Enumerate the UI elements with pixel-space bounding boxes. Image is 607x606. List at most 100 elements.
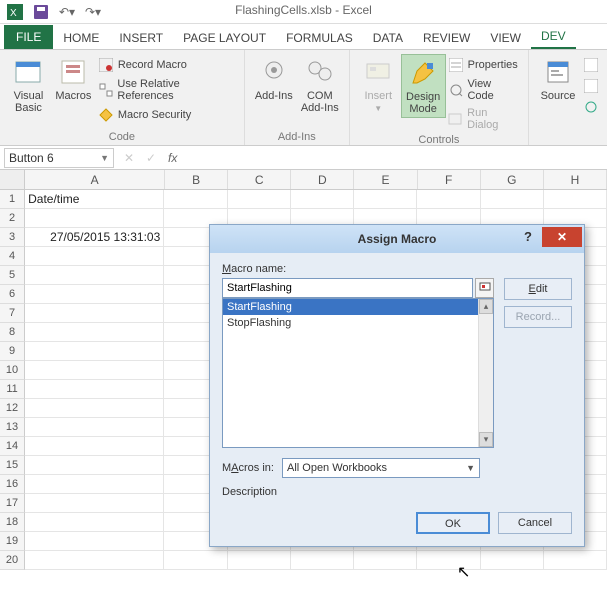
source-button[interactable]: Source [535, 54, 581, 104]
col-header-G[interactable]: G [481, 170, 544, 189]
cell-A20[interactable] [25, 551, 164, 570]
cell-H20[interactable] [544, 551, 607, 570]
row-header-18[interactable]: 18 [0, 513, 25, 532]
tab-home[interactable]: HOME [53, 27, 109, 49]
row-header-16[interactable]: 16 [0, 475, 25, 494]
run-dialog-button[interactable]: Run Dialog [446, 106, 522, 132]
cell-A18[interactable] [25, 513, 164, 532]
cell-A3[interactable]: 27/05/2015 13:31:03 [25, 228, 164, 247]
row-header-12[interactable]: 12 [0, 399, 25, 418]
name-box[interactable]: Button 6▼ [4, 148, 114, 168]
cell-D1[interactable] [291, 190, 354, 209]
redo-icon[interactable]: ↷▾ [82, 2, 104, 22]
macros-in-select[interactable]: All Open Workbooks ▼ [282, 458, 480, 478]
com-addins-button[interactable]: COM Add-Ins [297, 54, 343, 116]
insert-control-button[interactable]: Insert▼ [356, 54, 401, 116]
tab-review[interactable]: REVIEW [413, 27, 480, 49]
cell-B20[interactable] [164, 551, 227, 570]
macro-security-button[interactable]: Macro Security [96, 106, 238, 124]
cell-G20[interactable] [481, 551, 544, 570]
addins-button[interactable]: Add-Ins [251, 54, 297, 104]
use-relative-button[interactable]: Use Relative References [96, 77, 238, 103]
row-header-11[interactable]: 11 [0, 380, 25, 399]
tab-developer[interactable]: DEV [531, 25, 576, 49]
cell-A10[interactable] [25, 361, 164, 380]
row-header-17[interactable]: 17 [0, 494, 25, 513]
row-header-15[interactable]: 15 [0, 456, 25, 475]
tab-view[interactable]: VIEW [480, 27, 531, 49]
row-header-5[interactable]: 5 [0, 266, 25, 285]
dialog-close-button[interactable]: ✕ [542, 227, 582, 247]
tab-insert[interactable]: INSERT [109, 27, 173, 49]
cancel-formula-icon[interactable]: ✕ [118, 151, 140, 165]
edit-button[interactable]: Edit [504, 278, 572, 300]
row-header-9[interactable]: 9 [0, 342, 25, 361]
visual-basic-button[interactable]: Visual Basic [6, 54, 51, 116]
cell-D20[interactable] [291, 551, 354, 570]
macros-button[interactable]: Macros [51, 54, 96, 104]
cell-F1[interactable] [417, 190, 480, 209]
row-header-13[interactable]: 13 [0, 418, 25, 437]
xml-row3[interactable] [581, 98, 601, 116]
row-header-2[interactable]: 2 [0, 209, 25, 228]
design-mode-button[interactable]: Design Mode [401, 54, 446, 118]
save-icon[interactable] [30, 2, 52, 22]
col-header-F[interactable]: F [418, 170, 481, 189]
cell-A8[interactable] [25, 323, 164, 342]
tab-data[interactable]: DATA [363, 27, 413, 49]
cell-F20[interactable] [417, 551, 480, 570]
row-header-10[interactable]: 10 [0, 361, 25, 380]
cell-A2[interactable] [25, 209, 164, 228]
xml-row2[interactable] [581, 77, 601, 95]
tab-file[interactable]: FILE [4, 25, 53, 49]
cell-A11[interactable] [25, 380, 164, 399]
col-header-H[interactable]: H [544, 170, 607, 189]
cell-G1[interactable] [481, 190, 544, 209]
tab-page-layout[interactable]: PAGE LAYOUT [173, 27, 276, 49]
row-header-20[interactable]: 20 [0, 551, 25, 570]
excel-icon[interactable]: X [4, 2, 26, 22]
dialog-help-button[interactable]: ? [514, 227, 542, 247]
macro-list-scrollbar[interactable]: ▴ ▾ [478, 299, 493, 447]
row-header-8[interactable]: 8 [0, 323, 25, 342]
row-header-6[interactable]: 6 [0, 285, 25, 304]
macro-listbox[interactable]: StartFlashing StopFlashing ▴ ▾ [222, 298, 494, 448]
col-header-B[interactable]: B [165, 170, 228, 189]
macro-item-startflashing[interactable]: StartFlashing [223, 299, 493, 315]
cell-A13[interactable] [25, 418, 164, 437]
cell-A4[interactable] [25, 247, 164, 266]
cell-A19[interactable] [25, 532, 164, 551]
cell-A14[interactable] [25, 437, 164, 456]
cell-C1[interactable] [228, 190, 291, 209]
xml-row1[interactable] [581, 56, 601, 74]
properties-button[interactable]: Properties [446, 56, 522, 74]
cell-B1[interactable] [164, 190, 227, 209]
row-header-4[interactable]: 4 [0, 247, 25, 266]
cell-A17[interactable] [25, 494, 164, 513]
cell-E20[interactable] [354, 551, 417, 570]
row-header-7[interactable]: 7 [0, 304, 25, 323]
cell-A6[interactable] [25, 285, 164, 304]
select-all-corner[interactable] [0, 170, 25, 189]
cell-A16[interactable] [25, 475, 164, 494]
macro-item-stopflashing[interactable]: StopFlashing [223, 315, 493, 331]
scroll-down-icon[interactable]: ▾ [479, 432, 493, 447]
fx-icon[interactable]: fx [162, 151, 177, 165]
cell-A1[interactable]: Date/time [25, 190, 164, 209]
cell-A7[interactable] [25, 304, 164, 323]
name-box-dropdown-icon[interactable]: ▼ [100, 153, 109, 163]
col-header-D[interactable]: D [291, 170, 354, 189]
scroll-up-icon[interactable]: ▴ [479, 299, 493, 314]
cancel-button[interactable]: Cancel [498, 512, 572, 534]
cell-A5[interactable] [25, 266, 164, 285]
view-code-button[interactable]: View Code [446, 77, 522, 103]
cell-C20[interactable] [228, 551, 291, 570]
cell-A15[interactable] [25, 456, 164, 475]
dialog-titlebar[interactable]: Assign Macro ? ✕ [210, 225, 584, 253]
row-header-3[interactable]: 3 [0, 228, 25, 247]
cell-A12[interactable] [25, 399, 164, 418]
row-header-1[interactable]: 1 [0, 190, 25, 209]
row-header-19[interactable]: 19 [0, 532, 25, 551]
ok-button[interactable]: OK [416, 512, 490, 534]
tab-formulas[interactable]: FORMULAS [276, 27, 363, 49]
